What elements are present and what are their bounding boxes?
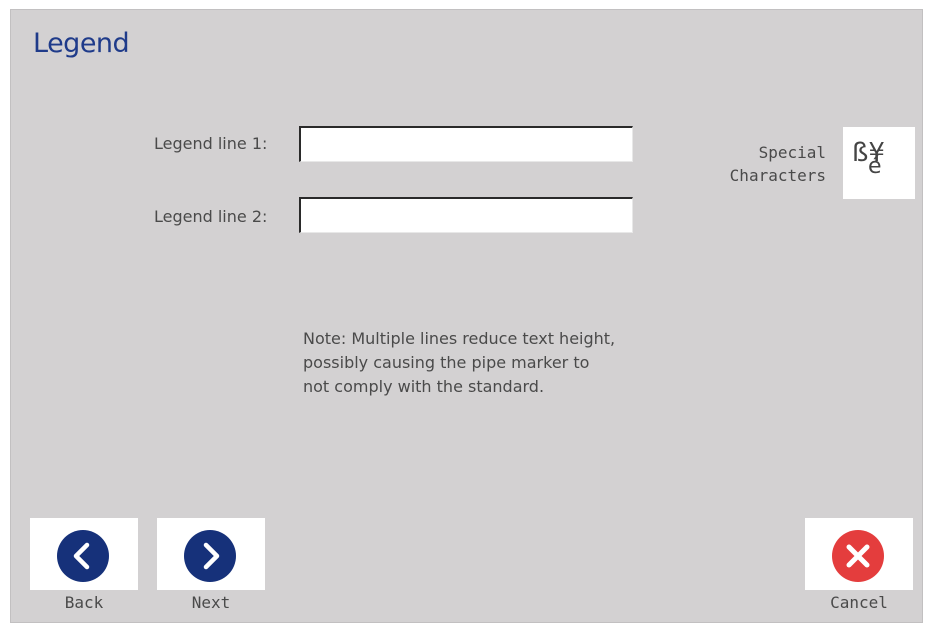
cancel-button[interactable]	[805, 518, 913, 590]
legend-line-1-input[interactable]	[299, 126, 633, 162]
legend-line-1-label: Legend line 1:	[154, 134, 268, 153]
back-label: Back	[64, 593, 104, 612]
legend-line-2-input[interactable]	[299, 197, 633, 233]
special-characters-button[interactable]: ß¥ é	[843, 127, 915, 199]
next-label: Next	[191, 593, 231, 612]
back-button[interactable]	[30, 518, 138, 590]
special-characters-label: Special Characters	[729, 143, 826, 185]
pipe-marker-note: Note: Multiple lines reduce text height,…	[303, 329, 616, 396]
page-title: Legend	[33, 28, 130, 59]
next-button[interactable]	[157, 518, 265, 590]
legend-screen: Legend Legend line 1: Legend line 2: Spe…	[10, 9, 923, 623]
chevron-right-icon	[184, 530, 236, 582]
cancel-label: Cancel	[830, 593, 888, 612]
chevron-left-icon	[57, 530, 109, 582]
close-icon	[832, 530, 884, 582]
special-characters-icon-accent: é	[868, 154, 882, 179]
legend-line-2-label: Legend line 2:	[154, 207, 268, 226]
